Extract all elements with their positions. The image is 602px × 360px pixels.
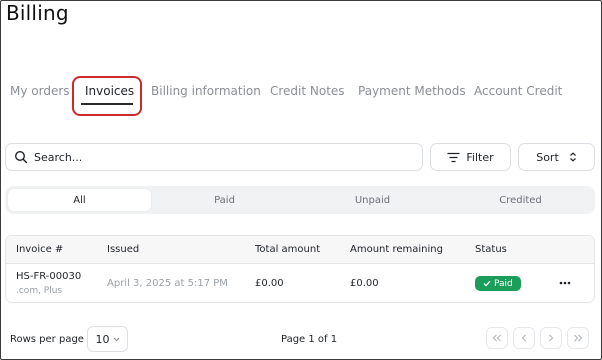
tab-my-orders[interactable]: My orders xyxy=(10,84,70,98)
filter-button[interactable]: Filter xyxy=(430,143,511,171)
chevron-right-icon xyxy=(548,334,554,342)
filter-label: Filter xyxy=(466,150,494,164)
more-horizontal-icon xyxy=(559,281,571,285)
last-page-button[interactable] xyxy=(567,327,589,349)
column-header-remaining: Amount remaining xyxy=(350,244,443,255)
chevron-left-icon xyxy=(521,334,527,342)
billing-tabs: My orders Invoices Billing information C… xyxy=(0,76,602,116)
invoice-subtitle: .com, Plus xyxy=(16,286,63,296)
active-tab-underline xyxy=(81,103,133,105)
invoices-table: Invoice # Issued Total amount Amount rem… xyxy=(5,235,595,303)
amount-remaining: £0.00 xyxy=(350,278,379,289)
filter-icon xyxy=(447,152,461,163)
issued-date: April 3, 2025 at 5:17 PM xyxy=(107,278,228,289)
chevron-down-icon xyxy=(113,337,120,342)
table-header: Invoice # Issued Total amount Amount rem… xyxy=(6,236,594,264)
column-header-total: Total amount xyxy=(255,244,321,255)
tab-invoices[interactable]: Invoices xyxy=(85,84,134,98)
rows-per-page-value: 10 xyxy=(95,332,110,346)
chevron-updown-icon xyxy=(569,152,577,162)
first-page-button[interactable] xyxy=(486,327,508,349)
tab-payment-methods[interactable]: Payment Methods xyxy=(358,84,466,98)
check-icon xyxy=(483,280,491,287)
column-header-status: Status xyxy=(475,244,507,255)
status-label: Paid xyxy=(494,278,513,289)
segment-paid[interactable]: Paid xyxy=(153,189,296,211)
chevrons-left-icon xyxy=(492,334,502,342)
row-more-options-button[interactable] xyxy=(554,274,576,292)
column-header-invoice: Invoice # xyxy=(16,244,64,255)
search-input[interactable] xyxy=(34,150,404,164)
search-box xyxy=(5,143,423,171)
page-title: Billing xyxy=(6,1,69,25)
window-frame xyxy=(0,0,602,360)
segment-all[interactable]: All xyxy=(8,189,151,211)
page-indicator: Page 1 of 1 xyxy=(281,334,338,345)
tab-credit-notes[interactable]: Credit Notes xyxy=(270,84,345,98)
previous-page-button[interactable] xyxy=(513,327,535,349)
segment-unpaid[interactable]: Unpaid xyxy=(301,189,444,211)
status-badge: Paid xyxy=(475,276,521,291)
sort-button[interactable]: Sort xyxy=(518,143,595,171)
sort-label: Sort xyxy=(536,150,559,164)
rows-per-page-select[interactable]: 10 xyxy=(87,326,128,352)
search-icon xyxy=(14,150,28,164)
status-segmented-control: All Paid Unpaid Credited xyxy=(5,186,595,214)
chevrons-right-icon xyxy=(573,334,583,342)
tab-account-credit[interactable]: Account Credit xyxy=(474,84,562,98)
segment-credited[interactable]: Credited xyxy=(449,189,592,211)
rows-per-page-label: Rows per page xyxy=(10,334,84,345)
invoice-number[interactable]: HS-FR-00030 xyxy=(16,271,81,282)
next-page-button[interactable] xyxy=(540,327,562,349)
column-header-issued: Issued xyxy=(107,244,140,255)
total-amount: £0.00 xyxy=(255,278,284,289)
tab-billing-information[interactable]: Billing information xyxy=(151,84,261,98)
